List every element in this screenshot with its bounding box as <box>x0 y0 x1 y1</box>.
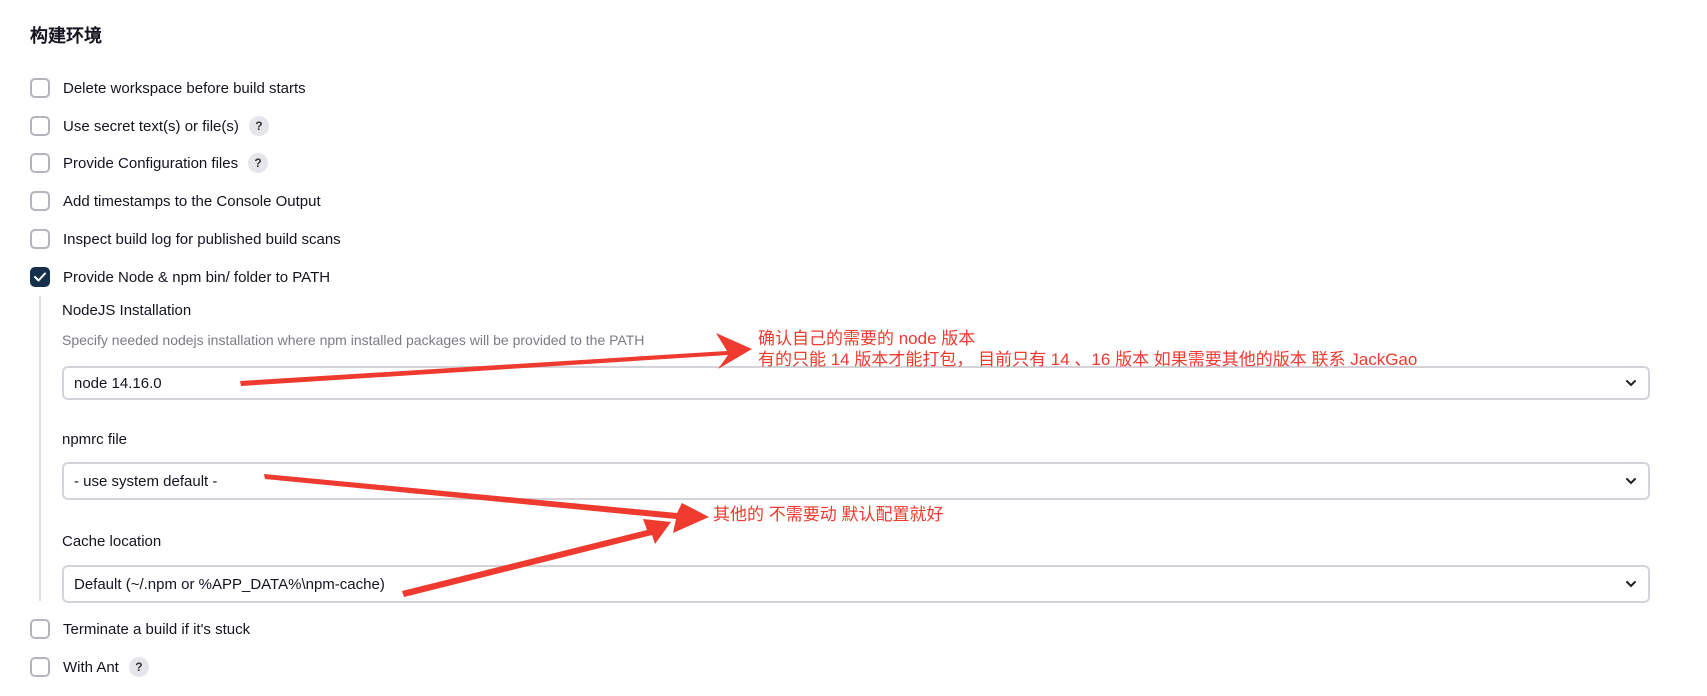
checkbox[interactable] <box>30 657 50 677</box>
help-icon[interactable]: ? <box>128 657 149 677</box>
help-icon[interactable]: ? <box>248 116 269 136</box>
checkbox-checked[interactable] <box>30 267 50 287</box>
section-title: 构建环境 <box>30 26 102 46</box>
annotation-note-defaults: 其他的 不需要动 默认配置就好 <box>713 505 944 524</box>
cache-location-value: Default (~/.npm or %APP_DATA%\npm-cache) <box>74 575 385 593</box>
annotation-line: 确认自己的需要的 node 版本 <box>758 329 976 348</box>
nodejs-installation-select[interactable]: node 14.16.0 <box>62 366 1650 400</box>
chevron-down-icon <box>1626 380 1636 387</box>
checkbox[interactable] <box>30 116 50 136</box>
option-terminate-stuck[interactable]: Terminate a build if it's stuck <box>30 617 250 641</box>
option-with-ant[interactable]: With Ant ? <box>30 655 149 679</box>
cache-location-label: Cache location <box>62 533 162 550</box>
checkbox[interactable] <box>30 78 50 98</box>
chevron-down-icon <box>1626 478 1636 485</box>
cache-location-select[interactable]: Default (~/.npm or %APP_DATA%\npm-cache) <box>62 565 1650 603</box>
chevron-down-icon <box>1626 581 1636 588</box>
help-icon[interactable]: ? <box>248 153 269 173</box>
checkbox[interactable] <box>30 619 50 639</box>
checkbox[interactable] <box>30 229 50 249</box>
option-label[interactable]: Add timestamps to the Console Output <box>63 193 321 210</box>
option-secret-text[interactable]: Use secret text(s) or file(s) ? <box>30 114 269 138</box>
checkbox[interactable] <box>30 153 50 173</box>
nodejs-installation-value: node 14.16.0 <box>74 374 162 392</box>
option-label[interactable]: Inspect build log for published build sc… <box>63 231 341 248</box>
option-config-files[interactable]: Provide Configuration files ? <box>30 151 269 175</box>
option-label[interactable]: Provide Node & npm bin/ folder to PATH <box>63 269 330 286</box>
option-label[interactable]: With Ant <box>63 659 119 676</box>
annotation-line: 有的只能 14 版本才能打包， 目前只有 14 、16 版本 如果需要其他的版本… <box>758 350 1418 369</box>
nested-indent-bar <box>39 296 41 601</box>
option-delete-workspace[interactable]: Delete workspace before build starts <box>30 76 306 100</box>
checkbox[interactable] <box>30 191 50 211</box>
nodejs-installation-description: Specify needed nodejs installation where… <box>62 332 645 348</box>
option-inspect-build-log[interactable]: Inspect build log for published build sc… <box>30 227 341 251</box>
checkmark-icon <box>34 272 46 282</box>
npmrc-file-value: - use system default - <box>74 472 218 490</box>
annotation-note-node-version: 确认自己的需要的 node 版本 有的只能 14 版本才能打包， 目前只有 14… <box>758 328 1417 370</box>
option-timestamps[interactable]: Add timestamps to the Console Output <box>30 189 321 213</box>
option-label[interactable]: Use secret text(s) or file(s) <box>63 118 239 135</box>
npmrc-file-label: npmrc file <box>62 431 128 448</box>
option-label[interactable]: Delete workspace before build starts <box>63 80 306 97</box>
option-provide-node[interactable]: Provide Node & npm bin/ folder to PATH <box>30 265 330 289</box>
option-label[interactable]: Provide Configuration files <box>63 155 238 172</box>
option-label[interactable]: Terminate a build if it's stuck <box>63 621 250 638</box>
nodejs-installation-label: NodeJS Installation <box>62 302 192 319</box>
npmrc-file-select[interactable]: - use system default - <box>62 462 1650 500</box>
